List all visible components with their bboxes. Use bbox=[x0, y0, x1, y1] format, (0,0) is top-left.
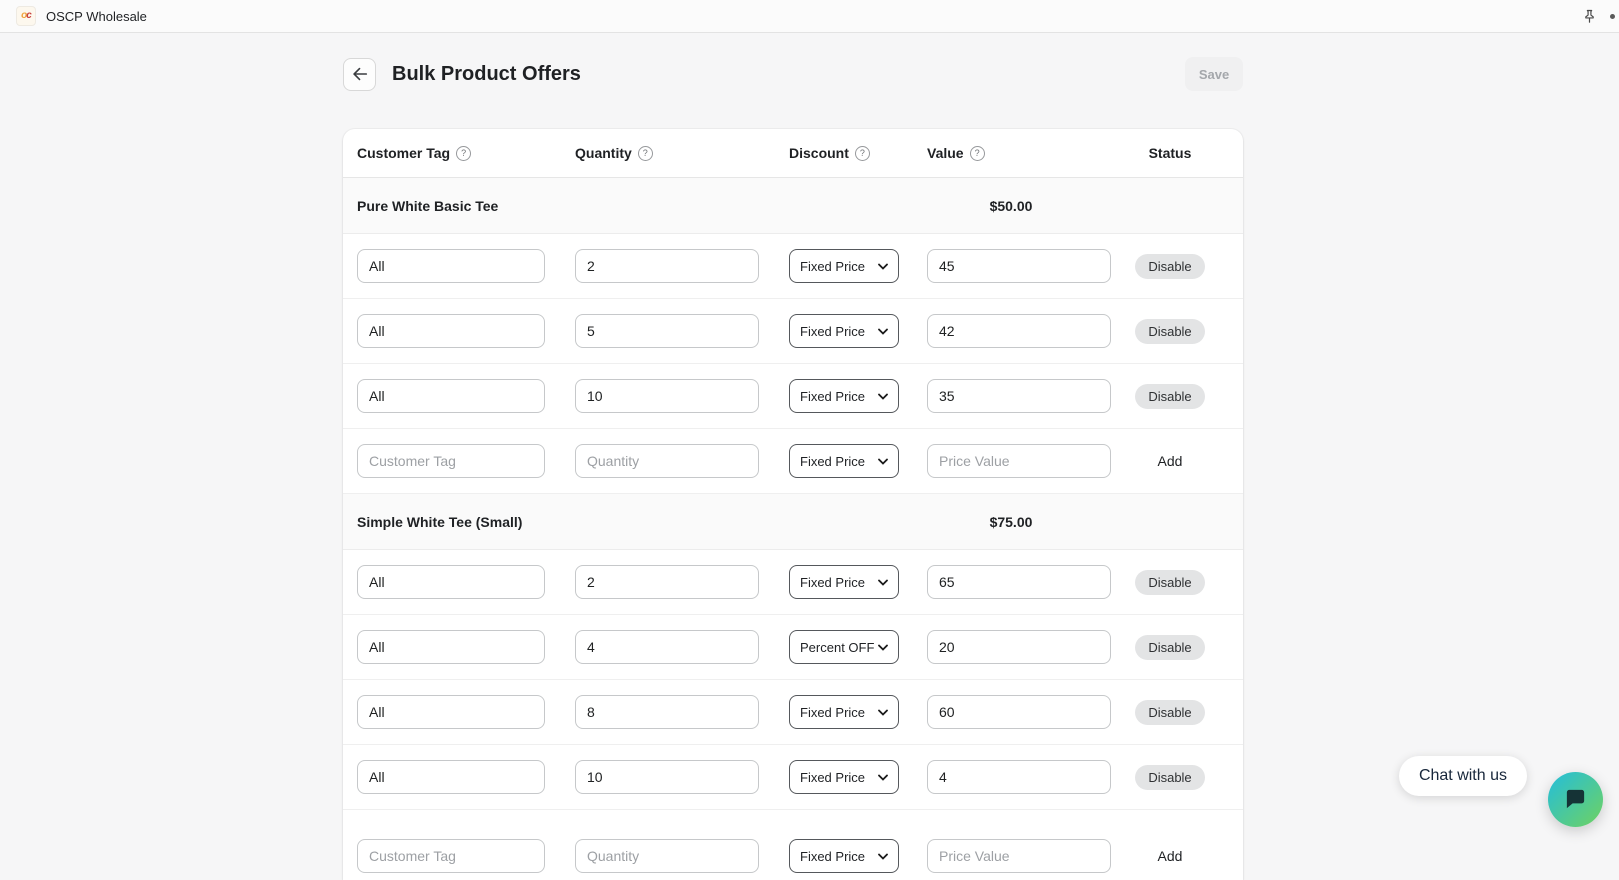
value-input[interactable] bbox=[927, 379, 1111, 413]
value-input[interactable] bbox=[927, 630, 1111, 664]
customer-tag-input[interactable] bbox=[357, 249, 545, 283]
disable-button[interactable]: Disable bbox=[1135, 384, 1204, 409]
value-input[interactable] bbox=[927, 565, 1111, 599]
offer-row: Fixed Price Disable bbox=[343, 745, 1243, 810]
product-row: Pure White Basic Tee $50.00 bbox=[343, 178, 1243, 234]
product-price: $75.00 bbox=[990, 514, 1033, 530]
value-input[interactable] bbox=[927, 760, 1111, 794]
quantity-input[interactable] bbox=[575, 695, 759, 729]
page-header: Bulk Product Offers Save bbox=[343, 57, 1243, 91]
add-button[interactable]: Add bbox=[1152, 452, 1189, 470]
disable-button[interactable]: Disable bbox=[1135, 570, 1204, 595]
customer-tag-input[interactable] bbox=[357, 695, 545, 729]
add-offer-row: Fixed Price Add bbox=[343, 810, 1243, 880]
chat-launcher-button[interactable] bbox=[1548, 772, 1603, 827]
product-row: Simple White Tee (Small) $75.00 bbox=[343, 494, 1243, 550]
discount-select[interactable]: Fixed Price bbox=[789, 839, 899, 873]
help-icon[interactable] bbox=[638, 146, 653, 161]
discount-select[interactable]: Fixed Price bbox=[789, 565, 899, 599]
offer-row: Fixed Price Disable bbox=[343, 364, 1243, 429]
column-header-customer-tag: Customer Tag bbox=[357, 145, 450, 161]
quantity-input[interactable] bbox=[575, 839, 759, 873]
product-price: $50.00 bbox=[990, 198, 1033, 214]
discount-select[interactable]: Percent OFF bbox=[789, 630, 899, 664]
discount-select[interactable]: Fixed Price bbox=[789, 444, 899, 478]
chevron-down-icon bbox=[878, 644, 888, 651]
chevron-down-icon bbox=[878, 328, 888, 335]
disable-button[interactable]: Disable bbox=[1135, 635, 1204, 660]
customer-tag-input[interactable] bbox=[357, 630, 545, 664]
quantity-input[interactable] bbox=[575, 314, 759, 348]
customer-tag-input[interactable] bbox=[357, 314, 545, 348]
disable-button[interactable]: Disable bbox=[1135, 254, 1204, 279]
disable-button[interactable]: Disable bbox=[1135, 700, 1204, 725]
add-button[interactable]: Add bbox=[1152, 847, 1189, 865]
app-logo-icon: oc bbox=[16, 6, 36, 26]
disable-button[interactable]: Disable bbox=[1135, 765, 1204, 790]
quantity-input[interactable] bbox=[575, 630, 759, 664]
help-icon[interactable] bbox=[970, 146, 985, 161]
column-header-value: Value bbox=[927, 145, 964, 161]
chat-bubble-icon bbox=[1564, 788, 1587, 811]
help-icon[interactable] bbox=[855, 146, 870, 161]
chevron-down-icon bbox=[878, 774, 888, 781]
offer-row: Fixed Price Disable bbox=[343, 550, 1243, 615]
value-input[interactable] bbox=[927, 695, 1111, 729]
column-header-discount: Discount bbox=[789, 145, 849, 161]
add-offer-row: Fixed Price Add bbox=[343, 429, 1243, 494]
chevron-down-icon bbox=[878, 853, 888, 860]
quantity-input[interactable] bbox=[575, 760, 759, 794]
discount-select[interactable]: Fixed Price bbox=[789, 760, 899, 794]
quantity-input[interactable] bbox=[575, 379, 759, 413]
pin-icon[interactable] bbox=[1581, 8, 1598, 25]
back-button[interactable] bbox=[343, 58, 376, 91]
customer-tag-input[interactable] bbox=[357, 565, 545, 599]
column-header-quantity: Quantity bbox=[575, 145, 632, 161]
page-title: Bulk Product Offers bbox=[392, 63, 581, 86]
quantity-input[interactable] bbox=[575, 249, 759, 283]
chevron-down-icon bbox=[878, 393, 888, 400]
save-button[interactable]: Save bbox=[1185, 57, 1243, 91]
offer-row: Percent OFF Disable bbox=[343, 615, 1243, 680]
discount-select[interactable]: Fixed Price bbox=[789, 379, 899, 413]
dot-icon bbox=[1610, 14, 1615, 19]
value-input[interactable] bbox=[927, 839, 1111, 873]
customer-tag-input[interactable] bbox=[357, 760, 545, 794]
app-name: OSCP Wholesale bbox=[46, 9, 147, 24]
disable-button[interactable]: Disable bbox=[1135, 319, 1204, 344]
help-icon[interactable] bbox=[456, 146, 471, 161]
value-input[interactable] bbox=[927, 444, 1111, 478]
topbar: oc OSCP Wholesale bbox=[0, 0, 1619, 33]
offer-row: Fixed Price Disable bbox=[343, 299, 1243, 364]
discount-select[interactable]: Fixed Price bbox=[789, 314, 899, 348]
customer-tag-input[interactable] bbox=[357, 839, 545, 873]
discount-select[interactable]: Fixed Price bbox=[789, 249, 899, 283]
table-header-row: Customer Tag Quantity Discount Value Sta… bbox=[343, 129, 1243, 178]
chevron-down-icon bbox=[878, 458, 888, 465]
product-name: Pure White Basic Tee bbox=[357, 198, 793, 214]
column-header-status: Status bbox=[1149, 145, 1192, 161]
quantity-input[interactable] bbox=[575, 444, 759, 478]
value-input[interactable] bbox=[927, 314, 1111, 348]
value-input[interactable] bbox=[927, 249, 1111, 283]
offer-row: Fixed Price Disable bbox=[343, 680, 1243, 745]
offers-table: Customer Tag Quantity Discount Value Sta… bbox=[343, 129, 1243, 880]
customer-tag-input[interactable] bbox=[357, 444, 545, 478]
offer-row: Fixed Price Disable bbox=[343, 234, 1243, 299]
customer-tag-input[interactable] bbox=[357, 379, 545, 413]
product-name: Simple White Tee (Small) bbox=[357, 514, 793, 530]
chat-with-us-bubble[interactable]: Chat with us bbox=[1399, 756, 1527, 796]
chevron-down-icon bbox=[878, 579, 888, 586]
arrow-left-icon bbox=[351, 65, 369, 83]
chevron-down-icon bbox=[878, 709, 888, 716]
quantity-input[interactable] bbox=[575, 565, 759, 599]
chevron-down-icon bbox=[878, 263, 888, 270]
discount-select[interactable]: Fixed Price bbox=[789, 695, 899, 729]
